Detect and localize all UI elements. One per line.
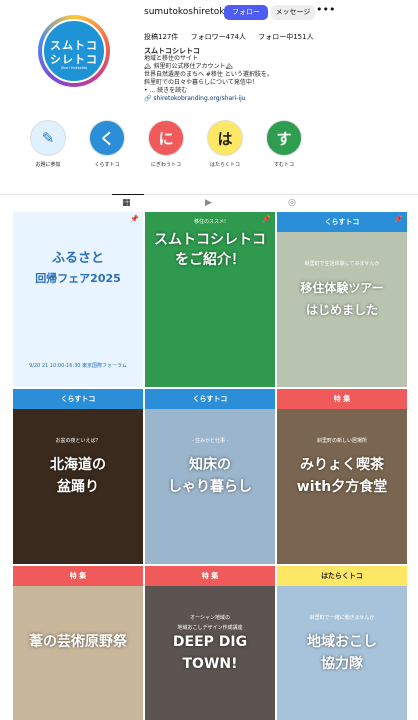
more-options-icon[interactable]: ••• xyxy=(316,4,335,19)
bio-line: 世界自然遺産のまちへ #移住 という選択肢を。 xyxy=(144,71,273,78)
story-highlight[interactable]: ははたらくトコ xyxy=(205,120,245,168)
post-title: with夕方食堂 xyxy=(296,479,388,495)
highlight-label: にぎわうトコ xyxy=(150,162,181,168)
post-category-banner: くらすトコ xyxy=(145,389,275,409)
post-subtitle: 移住のススメ! xyxy=(193,219,226,225)
post-thumbnail[interactable]: くらすトコ斜里町で生活体験してみませんか移住体験ツアー はじめました 📌 xyxy=(277,212,407,387)
post-thumbnail[interactable]: 9/20 21 10:00-16:30 東京国際フォーラム ふるさと回帰フェア20… xyxy=(13,212,143,387)
highlight-label: はたらくトコ xyxy=(210,162,240,168)
post-category-banner: くらすトコ xyxy=(13,389,143,409)
post-title: 葦の芸術原野祭 xyxy=(29,634,127,650)
post-subtitle: 9/20 21 10:00-16:30 東京国際フォーラム xyxy=(29,363,127,369)
post-title: 盆踊り xyxy=(57,479,99,495)
post-thumbnail[interactable]: くらすトコ - 住みかと仕事 - 知床のしゃり暮らし xyxy=(145,389,275,564)
post-category-banner: はたらくトコ xyxy=(277,566,407,586)
pinned-post-icon: 📌 xyxy=(130,215,139,223)
post-title: スムトコシレトコ xyxy=(154,232,266,248)
post-subtitle: - 住みかと仕事 - xyxy=(191,438,229,444)
highlight-cover-icon[interactable]: す xyxy=(266,120,302,156)
avatar-text-2: シレトコ xyxy=(50,53,98,66)
reels-tab-icon[interactable]: ▶ xyxy=(205,198,212,208)
avatar-ring[interactable]: スムトコ シレトコ Shari Hokkaido xyxy=(38,15,110,87)
post-title: 地域おこし xyxy=(307,634,377,650)
post-thumbnail[interactable]: 特 集斜里町の新しい居場所みりょく喫茶 with夕方食堂 xyxy=(277,389,407,564)
bio-line: 斜里町での日々や暮らしについて発信中！ xyxy=(144,79,258,86)
post-subtitle: 斜里町で一緒に働きませんか xyxy=(309,615,375,621)
highlight-cover-icon[interactable]: く xyxy=(89,120,125,156)
post-title: ふるさと xyxy=(51,251,104,266)
post-title: みりょく喫茶 xyxy=(300,457,384,473)
post-thumbnail[interactable]: 特 集葦の芸術原野祭 xyxy=(13,566,143,720)
tagged-tab-icon[interactable]: ◎ xyxy=(288,198,296,208)
post-thumbnail[interactable]: 特 集オーシャン地域の地域おこしデザイン作成講座 DEEP DIG TOWN! xyxy=(145,566,275,720)
post-title: DEEP DIG xyxy=(172,634,248,650)
post-subtitle: オーシャン地域の xyxy=(190,615,230,621)
highlight-label: すむトコ xyxy=(273,162,294,168)
post-category-banner: 特 集 xyxy=(277,389,407,409)
highlight-cover-icon[interactable]: に xyxy=(148,120,184,156)
post-thumbnail[interactable]: 移住のススメ! スムトコシレトコ をご紹介！ 📌 xyxy=(145,212,275,387)
post-title: 協力隊 xyxy=(321,656,363,672)
story-highlight[interactable]: ににぎわうトコ xyxy=(146,120,186,168)
post-title: TOWN! xyxy=(182,656,238,672)
post-title: 知床の xyxy=(189,457,231,473)
post-title: をご紹介！ xyxy=(175,252,245,268)
posts-count: 投稿127件 xyxy=(144,33,179,41)
highlight-cover-icon[interactable]: ✎ xyxy=(30,120,66,156)
profile-name: スムトコシレトコ xyxy=(144,47,200,55)
story-highlights: ✎ お題に参加くくらすトコににぎわうトコははたらくトコすすむトコ xyxy=(28,120,328,175)
post-subtitle: 斜里町の新しい居場所 xyxy=(316,438,367,444)
story-highlight[interactable]: すすむトコ xyxy=(264,120,304,168)
bio-line: 地域と移住のサイト xyxy=(144,55,199,62)
highlight-label: くらすトコ xyxy=(94,162,120,168)
post-title: はじめました xyxy=(305,303,378,317)
follow-button[interactable]: フォロー xyxy=(224,5,268,20)
following-count[interactable]: フォロー中151人 xyxy=(258,33,313,41)
username: sumutokoshiretoko xyxy=(144,7,230,17)
bio-line: 🏔 斜里町公式移住アカウント🏔 xyxy=(144,63,234,70)
profile-bio: スムトコシレトコ 地域と移住のサイト 🏔 斜里町公式移住アカウント🏔 世界自然遺… xyxy=(144,47,384,103)
avatar[interactable]: スムトコ シレトコ Shari Hokkaido xyxy=(42,19,106,83)
post-subtitle: 斜里町で生活体験してみませんか xyxy=(304,261,380,267)
post-category-banner: くらすトコ xyxy=(277,212,407,232)
website-link[interactable]: 🔗 shiretokobranding.org/shari-iju xyxy=(144,95,384,103)
grid-tab-icon[interactable]: ▦ xyxy=(122,198,131,208)
post-subtitle: 地域おこしデザイン作成講座 xyxy=(177,625,243,631)
post-title: 移住体験ツアー xyxy=(300,281,384,295)
pinned-post-icon: 📌 xyxy=(394,215,403,223)
message-button[interactable]: メッセージ xyxy=(271,5,315,20)
post-category-banner: 特 集 xyxy=(13,566,143,586)
active-tab-indicator xyxy=(112,194,144,195)
story-highlight[interactable]: くくらすトコ xyxy=(87,120,127,168)
profile-stats: 投稿127件 フォロワー474人 フォロー中151人 xyxy=(144,32,324,42)
story-highlight[interactable]: ✎ お題に参加 xyxy=(28,120,68,168)
read-more-link[interactable]: • ... 続きを読む xyxy=(144,87,384,95)
post-grid: 9/20 21 10:00-16:30 東京国際フォーラム ふるさと回帰フェア20… xyxy=(13,212,407,720)
post-title: 北海道の xyxy=(50,457,106,473)
post-thumbnail[interactable]: くらすトコお盆の夜といえば？ 北海道の盆踊り xyxy=(13,389,143,564)
post-title: しゃり暮らし xyxy=(168,479,252,495)
post-category-banner: 特 集 xyxy=(145,566,275,586)
highlight-label: お題に参加 xyxy=(35,162,61,168)
highlight-cover-icon[interactable]: は xyxy=(207,120,243,156)
profile-tabs: ▦ ▶ ◎ xyxy=(0,194,418,210)
followers-count[interactable]: フォロワー474人 xyxy=(191,33,246,41)
post-title: 回帰フェア2025 xyxy=(35,272,121,285)
avatar-text-3: Shari Hokkaido xyxy=(60,66,88,70)
pinned-post-icon: 📌 xyxy=(262,215,271,223)
post-subtitle: お盆の夜といえば？ xyxy=(55,438,101,444)
post-thumbnail[interactable]: はたらくトコ斜里町で一緒に働きませんか地域おこし協力隊 xyxy=(277,566,407,720)
